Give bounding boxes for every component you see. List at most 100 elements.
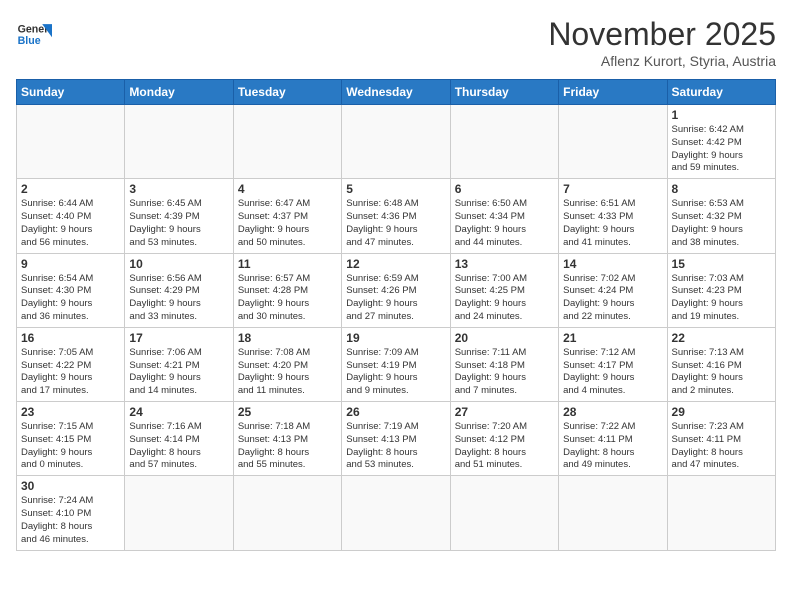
day-info: Sunrise: 7:19 AM Sunset: 4:13 PM Dayligh… <box>346 421 445 472</box>
day-info: Sunrise: 7:16 AM Sunset: 4:14 PM Dayligh… <box>129 421 228 472</box>
day-info: Sunrise: 6:57 AM Sunset: 4:28 PM Dayligh… <box>238 273 337 324</box>
day-info: Sunrise: 6:59 AM Sunset: 4:26 PM Dayligh… <box>346 273 445 324</box>
day-info: Sunrise: 7:08 AM Sunset: 4:20 PM Dayligh… <box>238 347 337 398</box>
generalblue-logo-icon: General Blue <box>16 16 52 52</box>
calendar-cell: 2Sunrise: 6:44 AM Sunset: 4:40 PM Daylig… <box>17 179 125 253</box>
calendar-weekday-thursday: Thursday <box>450 80 558 105</box>
calendar-week-row-5: 23 Sunrise: 7:15 AM Sunset: 4:15 PM Dayli… <box>17 402 776 476</box>
calendar-cell: 8Sunrise: 6:53 AM Sunset: 4:32 PM Daylig… <box>667 179 775 253</box>
calendar-cell: 28Sunrise: 7:22 AM Sunset: 4:11 PM Dayli… <box>559 402 667 476</box>
day-info: Sunrise: 7:05 AM Sunset: 4:22 PM Dayligh… <box>21 347 120 398</box>
day-info: Sunrise: 6:53 AM Sunset: 4:32 PM Dayligh… <box>672 198 771 249</box>
calendar-cell <box>342 105 450 179</box>
day-number: 9 <box>21 257 120 271</box>
day-info: Sunrise: 7:03 AM Sunset: 4:23 PM Dayligh… <box>672 273 771 324</box>
calendar-cell: 23 Sunrise: 7:15 AM Sunset: 4:15 PM Dayli… <box>17 402 125 476</box>
calendar-cell: 21Sunrise: 7:12 AM Sunset: 4:17 PM Dayli… <box>559 327 667 401</box>
day-info: Sunrise: 7:20 AM Sunset: 4:12 PM Dayligh… <box>455 421 554 472</box>
day-info: Sunrise: 6:51 AM Sunset: 4:33 PM Dayligh… <box>563 198 662 249</box>
day-number: 27 <box>455 405 554 419</box>
day-info: Sunrise: 7:12 AM Sunset: 4:17 PM Dayligh… <box>563 347 662 398</box>
day-number: 10 <box>129 257 228 271</box>
day-info: Sunrise: 6:48 AM Sunset: 4:36 PM Dayligh… <box>346 198 445 249</box>
calendar-cell <box>559 476 667 550</box>
day-info: Sunrise: 7:24 AM Sunset: 4:10 PM Dayligh… <box>21 495 120 546</box>
day-number: 19 <box>346 331 445 345</box>
day-number: 29 <box>672 405 771 419</box>
day-info: Sunrise: 6:42 AM Sunset: 4:42 PM Dayligh… <box>672 124 771 175</box>
calendar-cell: 16 Sunrise: 7:05 AM Sunset: 4:22 PM Dayli… <box>17 327 125 401</box>
calendar-cell: 12 Sunrise: 6:59 AM Sunset: 4:26 PM Dayli… <box>342 253 450 327</box>
day-number: 12 <box>346 257 445 271</box>
logo: General Blue <box>16 16 52 52</box>
day-number: 3 <box>129 182 228 196</box>
day-info: Sunrise: 7:11 AM Sunset: 4:18 PM Dayligh… <box>455 347 554 398</box>
day-info: Sunrise: 7:18 AM Sunset: 4:13 PM Dayligh… <box>238 421 337 472</box>
calendar-cell: 25 Sunrise: 7:18 AM Sunset: 4:13 PM Dayli… <box>233 402 341 476</box>
day-number: 20 <box>455 331 554 345</box>
day-info: Sunrise: 7:06 AM Sunset: 4:21 PM Dayligh… <box>129 347 228 398</box>
day-number: 22 <box>672 331 771 345</box>
calendar-cell: 20 Sunrise: 7:11 AM Sunset: 4:18 PM Dayli… <box>450 327 558 401</box>
calendar-table: SundayMondayTuesdayWednesdayThursdayFrid… <box>16 79 776 551</box>
day-number: 17 <box>129 331 228 345</box>
day-info: Sunrise: 7:00 AM Sunset: 4:25 PM Dayligh… <box>455 273 554 324</box>
calendar-week-row-1: 1 Sunrise: 6:42 AM Sunset: 4:42 PM Daylig… <box>17 105 776 179</box>
day-number: 25 <box>238 405 337 419</box>
calendar-cell <box>17 105 125 179</box>
calendar-weekday-friday: Friday <box>559 80 667 105</box>
day-number: 6 <box>455 182 554 196</box>
day-number: 23 <box>21 405 120 419</box>
calendar-weekday-tuesday: Tuesday <box>233 80 341 105</box>
day-info: Sunrise: 6:45 AM Sunset: 4:39 PM Dayligh… <box>129 198 228 249</box>
calendar-week-row-6: 30 Sunrise: 7:24 AM Sunset: 4:10 PM Dayli… <box>17 476 776 550</box>
month-title: November 2025 <box>548 16 776 53</box>
day-number: 7 <box>563 182 662 196</box>
calendar-cell <box>125 105 233 179</box>
day-number: 5 <box>346 182 445 196</box>
calendar-cell: 13 Sunrise: 7:00 AM Sunset: 4:25 PM Dayli… <box>450 253 558 327</box>
calendar-cell <box>667 476 775 550</box>
day-number: 13 <box>455 257 554 271</box>
calendar-cell: 6Sunrise: 6:50 AM Sunset: 4:34 PM Daylig… <box>450 179 558 253</box>
day-number: 2 <box>21 182 120 196</box>
day-info: Sunrise: 7:02 AM Sunset: 4:24 PM Dayligh… <box>563 273 662 324</box>
calendar-cell: 1 Sunrise: 6:42 AM Sunset: 4:42 PM Daylig… <box>667 105 775 179</box>
calendar-cell: 18Sunrise: 7:08 AM Sunset: 4:20 PM Dayli… <box>233 327 341 401</box>
page: General Blue November 2025 Aflenz Kurort… <box>0 0 792 612</box>
calendar-cell: 4Sunrise: 6:47 AM Sunset: 4:37 PM Daylig… <box>233 179 341 253</box>
calendar-cell: 19 Sunrise: 7:09 AM Sunset: 4:19 PM Dayli… <box>342 327 450 401</box>
calendar-cell: 7 Sunrise: 6:51 AM Sunset: 4:33 PM Daylig… <box>559 179 667 253</box>
calendar-cell <box>559 105 667 179</box>
calendar-cell: 26 Sunrise: 7:19 AM Sunset: 4:13 PM Dayli… <box>342 402 450 476</box>
svg-text:Blue: Blue <box>18 35 41 47</box>
calendar-cell: 27 Sunrise: 7:20 AM Sunset: 4:12 PM Dayli… <box>450 402 558 476</box>
calendar-cell: 3 Sunrise: 6:45 AM Sunset: 4:39 PM Daylig… <box>125 179 233 253</box>
day-info: Sunrise: 7:09 AM Sunset: 4:19 PM Dayligh… <box>346 347 445 398</box>
day-number: 28 <box>563 405 662 419</box>
calendar-week-row-3: 9Sunrise: 6:54 AM Sunset: 4:30 PM Daylig… <box>17 253 776 327</box>
day-info: Sunrise: 7:15 AM Sunset: 4:15 PM Dayligh… <box>21 421 120 472</box>
calendar-cell: 15 Sunrise: 7:03 AM Sunset: 4:23 PM Dayli… <box>667 253 775 327</box>
calendar-cell: 5 Sunrise: 6:48 AM Sunset: 4:36 PM Daylig… <box>342 179 450 253</box>
day-number: 26 <box>346 405 445 419</box>
day-number: 24 <box>129 405 228 419</box>
calendar-weekday-sunday: Sunday <box>17 80 125 105</box>
day-number: 1 <box>672 108 771 122</box>
calendar-cell <box>342 476 450 550</box>
calendar-cell <box>233 105 341 179</box>
day-number: 14 <box>563 257 662 271</box>
calendar-cell: 29 Sunrise: 7:23 AM Sunset: 4:11 PM Dayli… <box>667 402 775 476</box>
day-number: 15 <box>672 257 771 271</box>
calendar-cell <box>450 105 558 179</box>
day-number: 16 <box>21 331 120 345</box>
location: Aflenz Kurort, Styria, Austria <box>548 53 776 69</box>
calendar-cell: 22Sunrise: 7:13 AM Sunset: 4:16 PM Dayli… <box>667 327 775 401</box>
title-block: November 2025 Aflenz Kurort, Styria, Aus… <box>548 16 776 69</box>
day-info: Sunrise: 6:47 AM Sunset: 4:37 PM Dayligh… <box>238 198 337 249</box>
calendar-cell: 14 Sunrise: 7:02 AM Sunset: 4:24 PM Dayli… <box>559 253 667 327</box>
day-info: Sunrise: 7:23 AM Sunset: 4:11 PM Dayligh… <box>672 421 771 472</box>
calendar-cell <box>450 476 558 550</box>
day-number: 30 <box>21 479 120 493</box>
calendar-weekday-saturday: Saturday <box>667 80 775 105</box>
